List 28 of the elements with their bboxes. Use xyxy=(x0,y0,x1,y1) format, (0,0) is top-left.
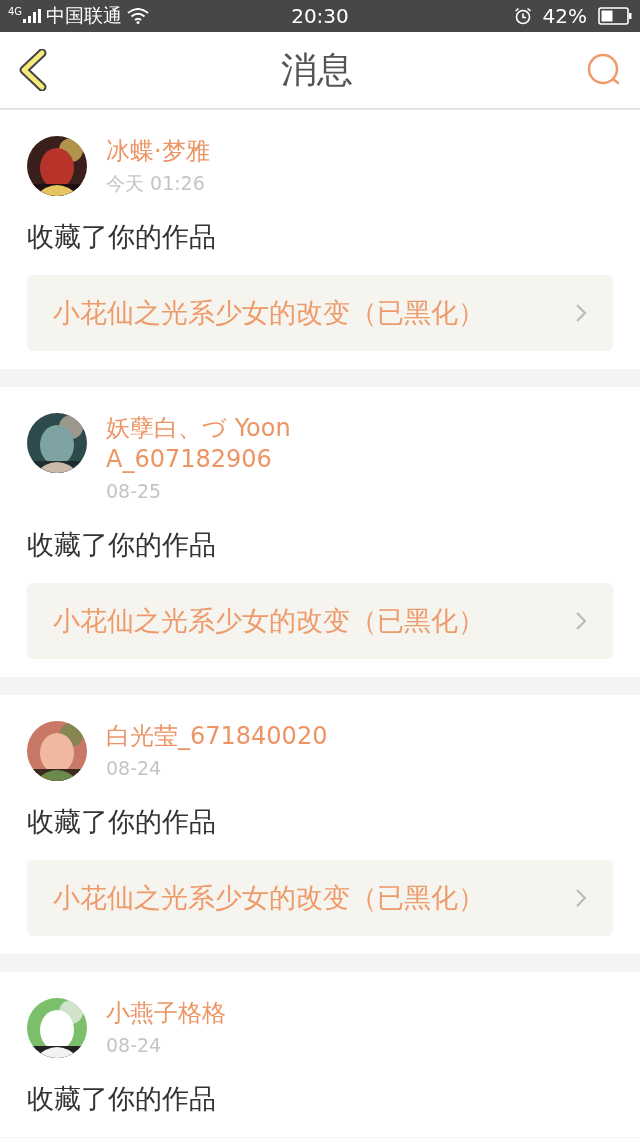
clock-time: 20:30 xyxy=(290,4,350,28)
page-title: 消息 xyxy=(281,47,353,92)
work-link[interactable]: 小花仙之光系少女的改变（已黑化） xyxy=(27,275,613,351)
message-text: 收藏了你的作品 xyxy=(27,528,217,562)
wifi-icon xyxy=(127,8,150,24)
user-name[interactable]: 白光莹_671840020 xyxy=(106,721,328,752)
message-time: 08-24 xyxy=(106,1033,163,1058)
work-link[interactable]: 小花仙之光系少女的改变（已黑化） xyxy=(27,860,613,936)
message-time: 今天 01:26 xyxy=(106,171,206,196)
battery-percent: 42% xyxy=(542,4,587,28)
chevron-icon xyxy=(575,611,587,631)
carrier-label: 中国联通 xyxy=(46,3,123,28)
alarm-icon xyxy=(513,7,532,25)
message-text: 收藏了你的作品 xyxy=(27,1082,217,1116)
message-time: 08-25 xyxy=(106,479,163,504)
back-icon[interactable] xyxy=(18,49,48,91)
chevron-icon xyxy=(575,888,587,908)
work-link[interactable]: 小花仙之光系少女的改变（已黑化） xyxy=(27,583,613,659)
chevron-icon xyxy=(575,303,587,323)
user-name[interactable]: 妖孽白、づ Yoon A_607182906 xyxy=(106,413,291,475)
message-text: 收藏了你的作品 xyxy=(27,805,217,839)
user-name[interactable]: 小燕子格格 xyxy=(106,998,226,1029)
battery-icon xyxy=(598,7,632,25)
signal-icon xyxy=(23,9,42,23)
network-label: 4G xyxy=(8,6,23,17)
message-text: 收藏了你的作品 xyxy=(27,220,217,254)
user-name[interactable]: 冰蝶·梦雅 xyxy=(106,136,210,167)
message-time: 08-24 xyxy=(106,756,163,781)
